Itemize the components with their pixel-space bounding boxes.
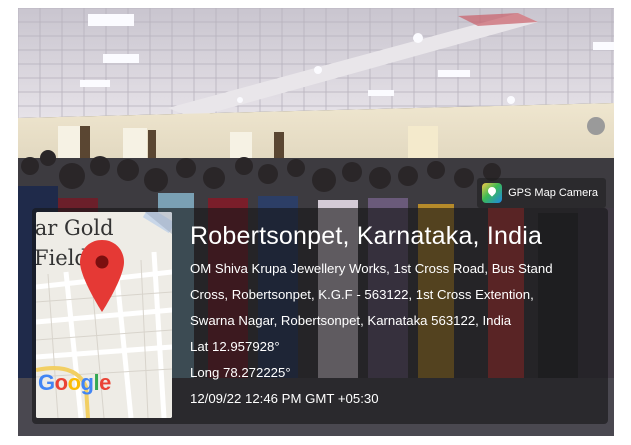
timestamp: 12/09/22 12:46 PM GMT +05:30: [190, 391, 379, 406]
longitude: Long 78.272225°: [190, 365, 291, 380]
location-title: Robertsonpet, Karnataka, India: [190, 222, 543, 250]
address-line: Swarna Nagar, Robertsonpet, Karnataka 56…: [190, 313, 512, 328]
address: OM Shiva Krupa Jewellery Works, 1st Cros…: [190, 256, 600, 334]
mini-map: lar Gold Fields Google: [36, 212, 172, 418]
gps-map-camera-badge: GPS Map Camera: [477, 178, 606, 208]
location-details: Robertsonpet, Karnataka, India OM Shiva …: [190, 220, 600, 412]
gps-map-camera-icon: [482, 183, 503, 203]
gps-map-camera-label: GPS Map Camera: [508, 187, 598, 199]
google-logo: Google: [38, 370, 111, 395]
address-line: OM Shiva Krupa Jewellery Works, 1st Cros…: [190, 261, 553, 276]
location-info-panel: lar Gold Fields Google Robertsonpet, Kar…: [32, 208, 608, 424]
photo: GPS Map Camera lar Gold Fields Google Ro…: [18, 8, 614, 436]
latitude: Lat 12.957928°: [190, 339, 280, 354]
address-line: Cross, Robertsonpet, K.G.F - 563122, 1st…: [190, 287, 534, 302]
